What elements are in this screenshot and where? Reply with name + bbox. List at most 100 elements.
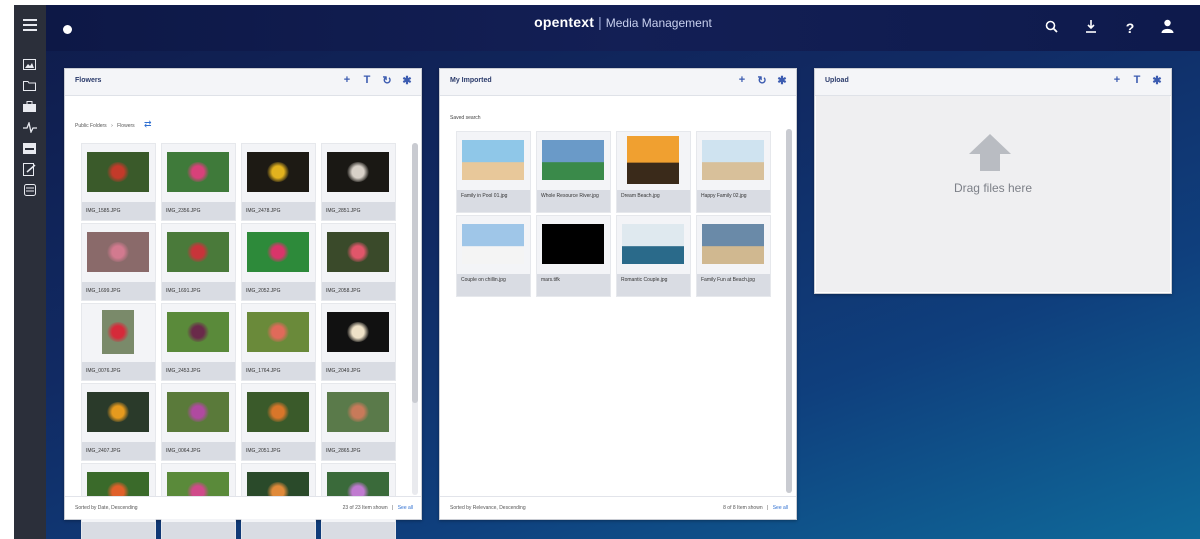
- flower-tile[interactable]: IMG_2052.JPG: [241, 223, 316, 301]
- flower-filename: IMG_1585.JPG: [82, 202, 155, 220]
- flower-tile[interactable]: IMG_1585.JPG: [81, 143, 156, 221]
- imported-tile[interactable]: mars.tifk: [536, 215, 611, 297]
- image-icon[interactable]: [20, 56, 39, 72]
- briefcase-icon[interactable]: [20, 98, 39, 114]
- imported-tile[interactable]: Family in Pool 01.jpg: [456, 131, 531, 213]
- settings-icon[interactable]: ✱: [401, 74, 413, 87]
- upload-panel: Upload + T ✱ Drag files here: [814, 68, 1172, 294]
- imported-filename: mars.tifk: [537, 274, 610, 296]
- upload-panel-title: Upload: [825, 77, 849, 84]
- imported-photo: [542, 140, 604, 180]
- breadcrumb-root[interactable]: Public Folders: [75, 123, 107, 129]
- breadcrumb-refresh-icon[interactable]: ⇄: [144, 119, 152, 129]
- flower-photo: [247, 392, 309, 432]
- imported-sort-label: Sorted by Relevance, Descending: [450, 505, 526, 511]
- settings-icon[interactable]: ✱: [1151, 74, 1163, 87]
- menu-icon[interactable]: [20, 17, 39, 33]
- flower-bloom: [267, 242, 289, 262]
- imported-tile[interactable]: Happy Family 02.jpg: [696, 131, 771, 213]
- flower-tile[interactable]: IMG_2356.JPG: [161, 143, 236, 221]
- flower-filename: [82, 522, 155, 539]
- flowers-sort-label: Sorted by Date, Descending: [75, 505, 138, 511]
- activity-icon[interactable]: [20, 119, 39, 135]
- flower-bloom: [267, 322, 289, 342]
- flowers-count: 23 of 23 Item shown | See all: [343, 505, 413, 511]
- imported-tile[interactable]: Romantic Couple.jpg: [616, 215, 691, 297]
- flower-tile[interactable]: IMG_2478.JPG: [241, 143, 316, 221]
- flower-thumbnail: [326, 310, 390, 354]
- imported-scrollbar-thumb[interactable]: [786, 129, 792, 493]
- flowers-scrollbar-thumb[interactable]: [412, 143, 418, 403]
- imported-count-label: 8 of 8 Item shown: [723, 505, 763, 511]
- left-toolbar: [14, 5, 46, 539]
- flower-bloom: [347, 162, 369, 182]
- flower-filename: IMG_1699.JPG: [82, 282, 155, 300]
- upload-arrow-icon: [969, 134, 1011, 154]
- upload-panel-actions: + T ✱: [1111, 74, 1163, 87]
- flower-photo: [327, 152, 389, 192]
- flowers-panel-title: Flowers: [75, 77, 102, 84]
- stack-icon[interactable]: [20, 182, 39, 198]
- flower-bloom: [187, 322, 209, 342]
- filter-icon[interactable]: T: [1131, 74, 1143, 87]
- flowers-footer-sep: |: [392, 505, 394, 511]
- flower-tile[interactable]: IMG_2407.JPG: [81, 383, 156, 461]
- flower-tile[interactable]: IMG_1691.JPG: [161, 223, 236, 301]
- flower-filename: IMG_2052.JPG: [242, 282, 315, 300]
- imported-see-all-link[interactable]: See all: [773, 505, 788, 511]
- flower-photo: [327, 392, 389, 432]
- imported-filename: Whole Resource River.jpg: [537, 190, 610, 212]
- imported-thumbnail: [541, 222, 605, 266]
- flower-tile[interactable]: IMG_1699.JPG: [81, 223, 156, 301]
- download-icon[interactable]: [1082, 19, 1100, 37]
- flower-bloom: [187, 242, 209, 262]
- user-icon[interactable]: [1158, 19, 1176, 37]
- inbox-icon[interactable]: [20, 140, 39, 156]
- imported-tile[interactable]: Dream Beach.jpg: [616, 131, 691, 213]
- flower-photo: [87, 392, 149, 432]
- top-bar: opentext | Media Management ?: [46, 5, 1200, 51]
- settings-icon[interactable]: ✱: [776, 74, 788, 87]
- folder-icon[interactable]: [20, 77, 39, 93]
- imported-scrollbar[interactable]: [786, 129, 792, 493]
- add-icon[interactable]: +: [341, 74, 353, 87]
- imported-tile[interactable]: Couple on chillin.jpg: [456, 215, 531, 297]
- flower-bloom: [267, 162, 289, 182]
- refresh-icon[interactable]: ↻: [756, 74, 768, 87]
- flower-tile[interactable]: IMG_0076.JPG: [81, 303, 156, 381]
- flower-thumbnail: [166, 310, 230, 354]
- flower-photo: [102, 310, 134, 354]
- search-icon[interactable]: [1042, 19, 1060, 37]
- flower-tile[interactable]: IMG_2058.JPG: [321, 223, 396, 301]
- imported-tile[interactable]: Family Fun at Beach.jpg: [696, 215, 771, 297]
- upload-panel-header: Upload + T ✱: [815, 69, 1171, 96]
- flower-filename: IMG_2478.JPG: [242, 202, 315, 220]
- breadcrumb: Public Folders › Flowers ⇄: [75, 119, 152, 130]
- imported-panel: My Imported + ↻ ✱ Saved search Family in…: [439, 68, 797, 520]
- upload-drop-zone[interactable]: Drag files here: [816, 96, 1170, 292]
- flower-tile[interactable]: IMG_2051.JPG: [241, 383, 316, 461]
- brand-separator: |: [598, 14, 602, 30]
- edit-doc-icon[interactable]: [20, 161, 39, 177]
- imported-photo: [462, 140, 524, 180]
- add-icon[interactable]: +: [736, 74, 748, 87]
- flower-thumbnail: [246, 310, 310, 354]
- flower-tile[interactable]: IMG_2049.JPG: [321, 303, 396, 381]
- flower-bloom: [347, 242, 369, 262]
- flower-tile[interactable]: IMG_2865.JPG: [321, 383, 396, 461]
- imported-photo: [702, 224, 764, 264]
- flower-filename: IMG_2851.JPG: [322, 202, 395, 220]
- imported-tile[interactable]: Whole Resource River.jpg: [536, 131, 611, 213]
- flowers-see-all-link[interactable]: See all: [398, 505, 413, 511]
- flower-filename: IMG_2453.JPG: [162, 362, 235, 380]
- flower-tile[interactable]: IMG_1764.JPG: [241, 303, 316, 381]
- flower-tile[interactable]: IMG_0064.JPG: [161, 383, 236, 461]
- imported-filename: Couple on chillin.jpg: [457, 274, 530, 296]
- filter-icon[interactable]: T: [361, 74, 373, 87]
- flower-tile[interactable]: IMG_2453.JPG: [161, 303, 236, 381]
- refresh-icon[interactable]: ↻: [381, 74, 393, 87]
- flowers-scrollbar[interactable]: [412, 143, 418, 495]
- add-icon[interactable]: +: [1111, 74, 1123, 87]
- help-icon[interactable]: ?: [1121, 19, 1139, 37]
- flower-tile[interactable]: IMG_2851.JPG: [321, 143, 396, 221]
